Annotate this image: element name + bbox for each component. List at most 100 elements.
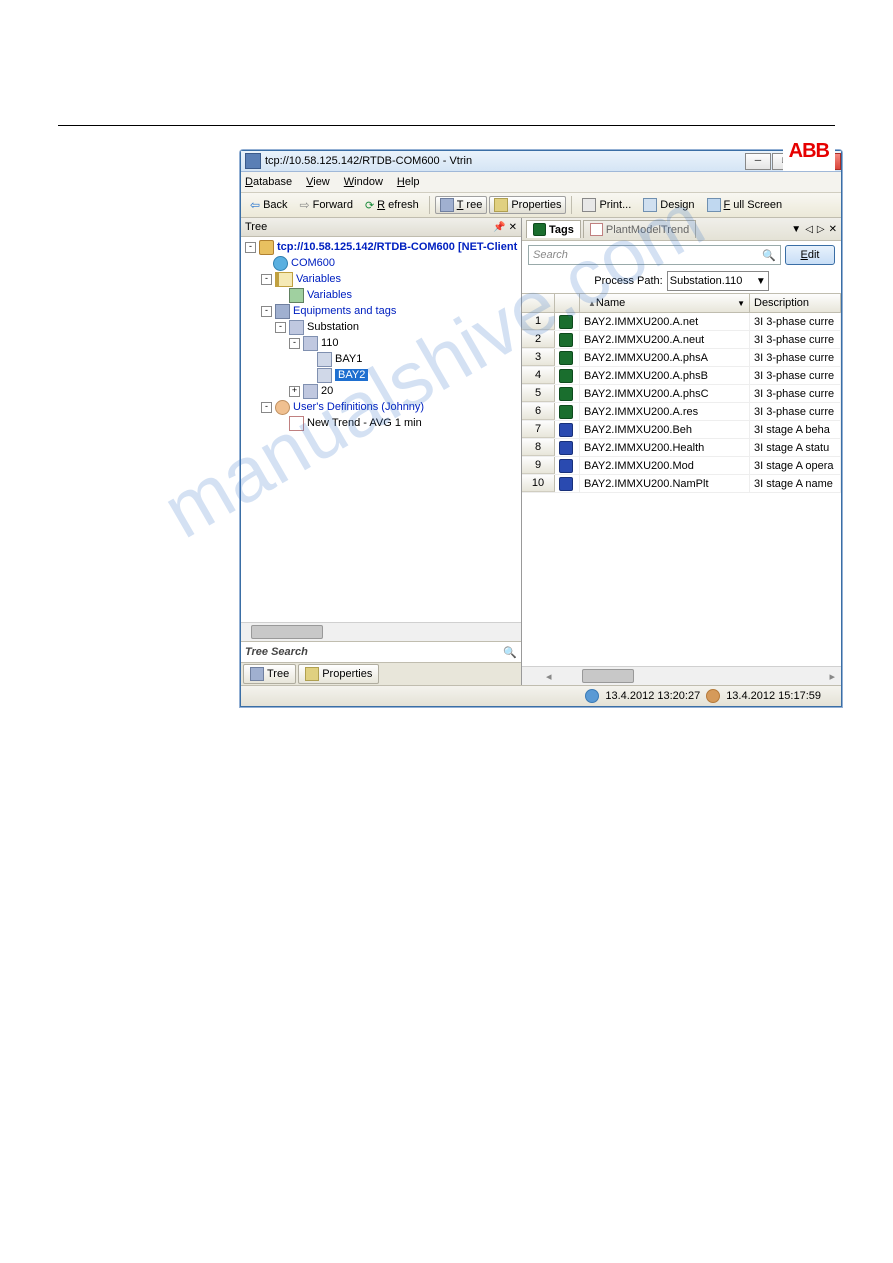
row-description: 3I stage A opera: [750, 457, 841, 474]
tree-trend[interactable]: New Trend - AVG 1 min: [307, 417, 422, 429]
row-description: 3I 3-phase curre: [750, 385, 841, 402]
icon-header-cell[interactable]: [555, 294, 580, 312]
tree-substation[interactable]: Substation: [307, 321, 359, 333]
toolbar-separator: [571, 196, 572, 214]
scroll-right-button[interactable]: ▸: [829, 670, 835, 683]
expand-toggle[interactable]: -: [245, 242, 256, 253]
expand-toggle[interactable]: -: [275, 322, 286, 333]
process-path-select[interactable]: Substation.110 ▼: [667, 271, 769, 291]
tree-com600[interactable]: COM600: [291, 257, 335, 269]
tag-blue-icon: [559, 459, 573, 473]
forward-icon: ⇨: [300, 198, 310, 212]
path-value: Substation.110: [670, 275, 743, 287]
tree-bay2-selected[interactable]: BAY2: [335, 369, 368, 381]
menu-window[interactable]: Window: [344, 176, 383, 188]
table-row[interactable]: 7BAY2.IMMXU200.Beh3I stage A beha: [522, 421, 841, 439]
grid-header: ▲Name▼ Description: [522, 293, 841, 313]
scrollbar-thumb[interactable]: [251, 625, 323, 639]
table-row[interactable]: 8BAY2.IMMXU200.Health3I stage A statu: [522, 439, 841, 457]
tab-menu-button[interactable]: ▼: [791, 224, 801, 235]
row-header-cell[interactable]: [522, 294, 555, 312]
row-description: 3I 3-phase curre: [750, 403, 841, 420]
scroll-left-button[interactable]: ◂: [546, 670, 552, 683]
search-icon[interactable]: 🔍: [503, 646, 517, 659]
row-icon-cell: [555, 313, 580, 330]
expand-toggle[interactable]: -: [261, 402, 272, 413]
menu-database[interactable]: Database: [245, 176, 292, 188]
minimize-button[interactable]: ─: [745, 153, 771, 170]
tab-close-button[interactable]: ✕: [829, 224, 837, 235]
row-name: BAY2.IMMXU200.NamPlt: [580, 475, 750, 492]
tree-search-row: Tree Search 🔍: [241, 641, 521, 662]
search-row: Search 🔍 Edit: [522, 241, 841, 269]
tag-green-icon: [559, 405, 573, 419]
tree-equipments[interactable]: Equipments and tags: [293, 305, 396, 317]
tree-tab-label: Tree: [267, 668, 289, 680]
search-input[interactable]: Search 🔍: [528, 245, 781, 265]
tags-tab-label: Tags: [549, 224, 574, 236]
tag-green-icon: [559, 315, 573, 329]
description-header[interactable]: Description: [750, 294, 841, 312]
refresh-button[interactable]: ⟳Refresh: [360, 197, 424, 214]
properties-tab[interactable]: Properties: [298, 664, 379, 684]
expand-toggle[interactable]: +: [289, 386, 300, 397]
right-tabs: Tags PlantModelTrend ▼ ◁ ▷ ✕: [522, 218, 841, 241]
fullscreen-button[interactable]: Full Screen: [702, 196, 788, 214]
menu-help[interactable]: Help: [397, 176, 420, 188]
row-icon-cell: [555, 475, 580, 492]
row-icon-cell: [555, 349, 580, 366]
design-button[interactable]: Design: [638, 196, 699, 214]
search-icon[interactable]: 🔍: [762, 249, 776, 262]
tree-variables-folder[interactable]: Variables: [296, 273, 341, 285]
expand-toggle[interactable]: -: [289, 338, 300, 349]
edit-button[interactable]: Edit: [785, 245, 835, 265]
expand-toggle[interactable]: -: [261, 306, 272, 317]
grid-body[interactable]: 1BAY2.IMMXU200.A.net3I 3-phase curre2BAY…: [522, 313, 841, 666]
properties-toggle-button[interactable]: Properties: [489, 196, 566, 214]
scrollbar-thumb[interactable]: [582, 669, 634, 683]
table-row[interactable]: 3BAY2.IMMXU200.A.phsA3I 3-phase curre: [522, 349, 841, 367]
print-button[interactable]: Print...: [577, 196, 636, 214]
tree-hscroll[interactable]: [241, 622, 521, 641]
table-row[interactable]: 10BAY2.IMMXU200.NamPlt3I stage A name: [522, 475, 841, 493]
table-row[interactable]: 2BAY2.IMMXU200.A.neut3I 3-phase curre: [522, 331, 841, 349]
tree-pane-header: Tree 📌 ✕: [241, 218, 521, 237]
row-name: BAY2.IMMXU200.Mod: [580, 457, 750, 474]
expand-toggle[interactable]: -: [261, 274, 272, 285]
tree-bay1[interactable]: BAY1: [335, 353, 362, 365]
column-menu-icon[interactable]: ▼: [737, 299, 745, 308]
tab-next-button[interactable]: ▷: [817, 224, 825, 235]
equipment-icon: [275, 304, 290, 319]
pin-button[interactable]: 📌: [493, 222, 505, 233]
table-row[interactable]: 1BAY2.IMMXU200.A.net3I 3-phase curre: [522, 313, 841, 331]
table-row[interactable]: 5BAY2.IMMXU200.A.phsC3I 3-phase curre: [522, 385, 841, 403]
globe-icon: [273, 256, 288, 271]
tree-110[interactable]: 110: [321, 337, 339, 349]
tags-tab[interactable]: Tags: [526, 220, 581, 238]
statusbar: 13.4.2012 13:20:27 13.4.2012 15:17:59: [241, 685, 841, 706]
tree-icon: [250, 667, 264, 681]
tree-20[interactable]: 20: [321, 385, 333, 397]
table-row[interactable]: 9BAY2.IMMXU200.Mod3I stage A opera: [522, 457, 841, 475]
tree-users[interactable]: User's Definitions (Johnny): [293, 401, 424, 413]
forward-button[interactable]: ⇨Forward: [295, 196, 358, 214]
tree-tab[interactable]: Tree: [243, 664, 296, 684]
tab-prev-button[interactable]: ◁: [805, 224, 813, 235]
design-label: Design: [660, 199, 694, 211]
grid-hscroll[interactable]: ◂ ▸: [522, 666, 841, 685]
tree-body[interactable]: - tcp://10.58.125.142/RTDB-COM600 [NET-C…: [241, 237, 521, 622]
tree-toggle-button[interactable]: Tree: [435, 196, 488, 214]
row-number: 3: [522, 349, 555, 366]
back-button[interactable]: ⇦Back: [245, 196, 293, 214]
user-icon: [275, 400, 290, 415]
table-row[interactable]: 6BAY2.IMMXU200.A.res3I 3-phase curre: [522, 403, 841, 421]
name-header[interactable]: ▲Name▼: [580, 294, 750, 312]
status-icon: [706, 689, 720, 703]
row-description: 3I 3-phase curre: [750, 313, 841, 330]
close-pane-button[interactable]: ✕: [509, 222, 517, 233]
menu-view[interactable]: View: [306, 176, 330, 188]
tree-root[interactable]: tcp://10.58.125.142/RTDB-COM600 [NET-Cli…: [277, 241, 517, 253]
tree-variables[interactable]: Variables: [307, 289, 352, 301]
plantmodeltrend-tab[interactable]: PlantModelTrend: [583, 220, 696, 238]
table-row[interactable]: 4BAY2.IMMXU200.A.phsB3I 3-phase curre: [522, 367, 841, 385]
